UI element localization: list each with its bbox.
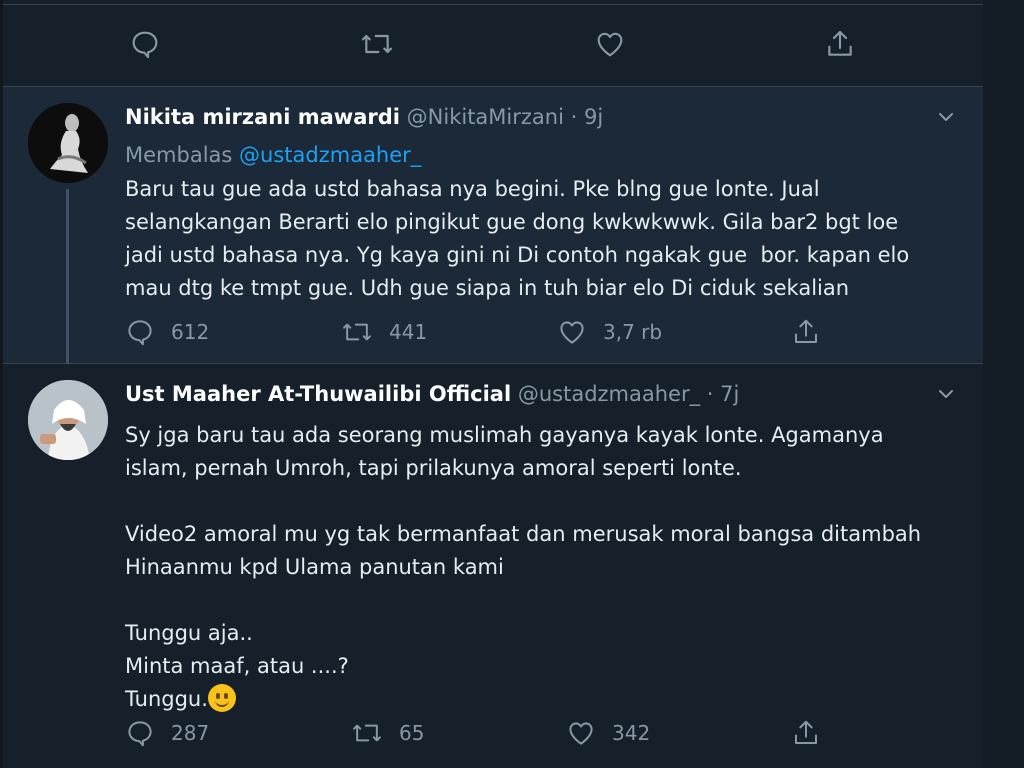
like-button[interactable]: 342: [566, 716, 650, 750]
chevron-down-icon[interactable]: [934, 382, 958, 406]
tweet-text: Baru tau gue ada ustd bahasa nya begini.…: [125, 177, 910, 300]
share-button[interactable]: [791, 716, 821, 750]
like-count: 342: [612, 721, 651, 745]
share-button[interactable]: [791, 315, 821, 349]
reply-button[interactable]: 612: [125, 315, 209, 349]
timeline-column: Nikita mirzani mawardi @NikitaMirzani · …: [3, 0, 983, 768]
tweet-actions: 287 65 342: [125, 716, 845, 750]
retweet-count: 65: [399, 721, 425, 745]
user-handle[interactable]: @NikitaMirzani: [407, 105, 564, 129]
avatar[interactable]: [28, 103, 108, 183]
timestamp[interactable]: 7j: [720, 382, 739, 406]
reply-button[interactable]: 287: [125, 716, 209, 750]
retweet-icon[interactable]: [359, 28, 395, 60]
tweet[interactable]: Nikita mirzani mawardi @NikitaMirzani · …: [3, 87, 983, 365]
reply-icon: [125, 317, 155, 347]
tweet-header: Ust Maaher At-Thuwailibi Official @ustad…: [125, 382, 739, 412]
previous-tweet-actions: [3, 0, 983, 87]
reply-count: 612: [171, 320, 210, 344]
reply-mention-link[interactable]: @ustadzmaaher_: [239, 143, 421, 167]
tweet[interactable]: Ust Maaher At-Thuwailibi Official @ustad…: [3, 364, 983, 768]
like-icon[interactable]: [593, 28, 627, 60]
retweet-icon: [351, 718, 383, 748]
tweet-text: Sy jga baru tau ada seorang muslimah gay…: [125, 419, 955, 716]
replying-to: Membalas @ustadzmaaher_: [125, 143, 421, 167]
like-icon: [557, 317, 587, 347]
display-name[interactable]: Ust Maaher At-Thuwailibi Official: [125, 382, 511, 406]
retweet-button[interactable]: 65: [351, 716, 424, 750]
user-handle[interactable]: @ustadzmaaher_: [518, 382, 700, 406]
display-name[interactable]: Nikita mirzani mawardi: [125, 105, 400, 129]
timestamp[interactable]: 9j: [584, 105, 603, 129]
share-icon: [791, 317, 821, 347]
tweet-header: Nikita mirzani mawardi @NikitaMirzani · …: [125, 105, 603, 135]
share-icon: [791, 718, 821, 748]
tweet-text-body: Sy jga baru tau ada seorang muslimah gay…: [125, 423, 922, 711]
share-icon[interactable]: [823, 28, 857, 60]
reply-count: 287: [171, 721, 210, 745]
reply-icon: [125, 718, 155, 748]
like-button[interactable]: 3,7 rb: [557, 315, 662, 349]
separator-dot: ·: [706, 382, 714, 406]
retweet-button[interactable]: 441: [341, 315, 427, 349]
retweet-count: 441: [389, 320, 428, 344]
smiley-emoji: [207, 684, 236, 712]
tweet-actions: 612 441 3,7 rb: [125, 315, 845, 349]
chevron-down-icon[interactable]: [934, 105, 958, 129]
like-count: 3,7 rb: [603, 320, 663, 344]
separator-dot: ·: [570, 105, 578, 129]
like-icon: [566, 718, 596, 748]
reply-icon[interactable]: [129, 28, 161, 60]
thread-line: [66, 189, 69, 365]
replying-to-label: Membalas: [125, 143, 233, 167]
retweet-icon: [341, 317, 373, 347]
right-gutter: [983, 0, 1024, 768]
avatar[interactable]: [28, 380, 108, 460]
